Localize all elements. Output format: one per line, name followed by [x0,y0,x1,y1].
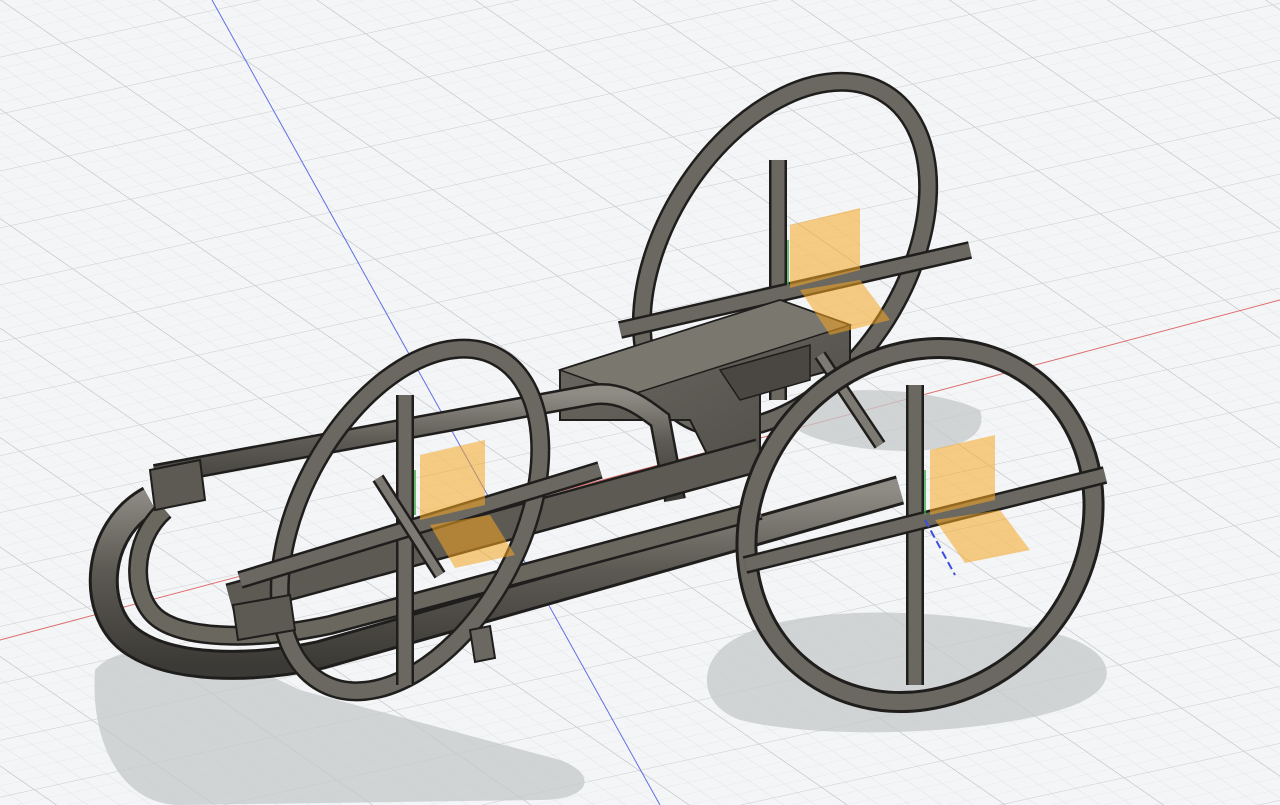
3d-scene[interactable] [0,0,1280,805]
3d-viewport[interactable] [0,0,1280,805]
